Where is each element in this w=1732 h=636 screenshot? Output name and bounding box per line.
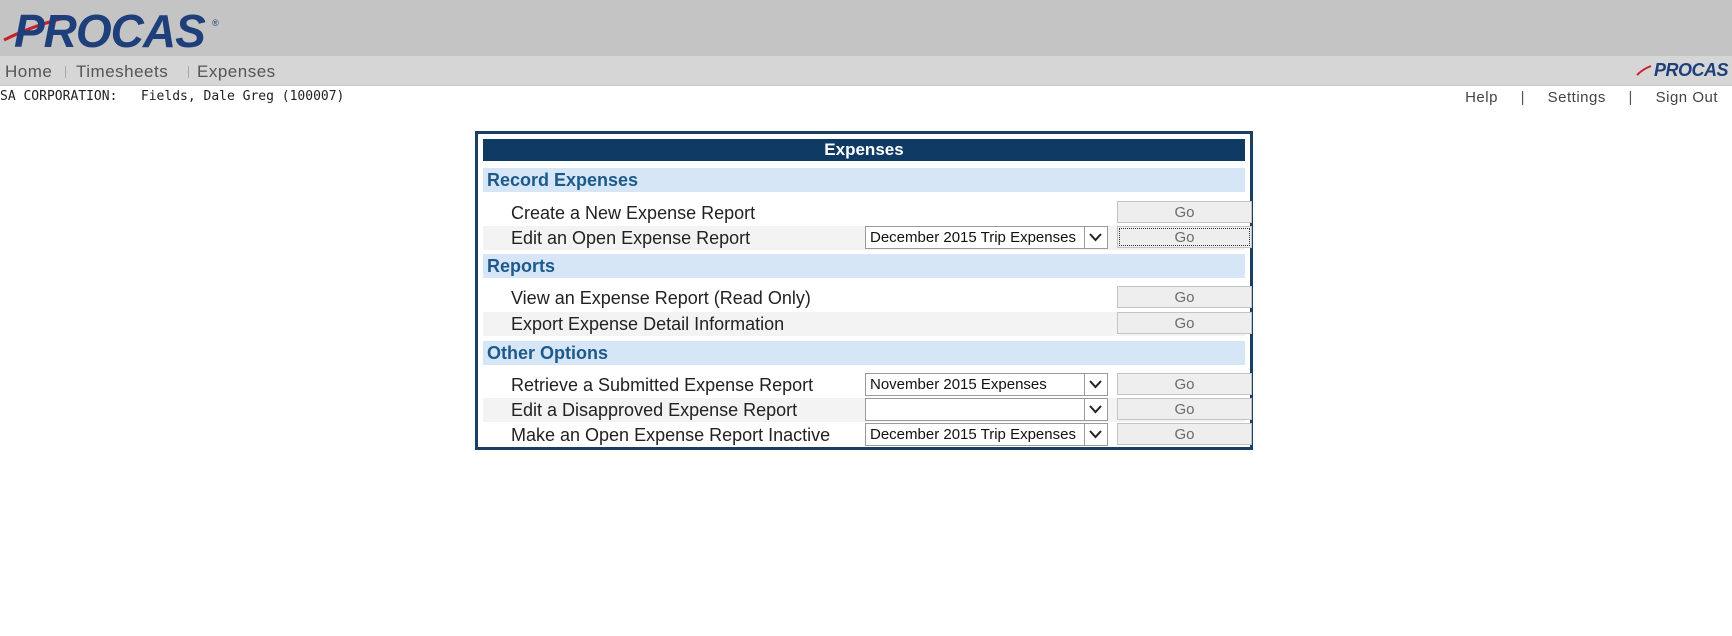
section-title: Reports: [487, 256, 556, 276]
top-links: Help | Settings | Sign Out: [1465, 89, 1718, 106]
nav-expenses[interactable]: Expenses: [197, 62, 276, 82]
select-value: December 2015 Trip Expenses: [870, 229, 1076, 246]
chevron-down-icon[interactable]: [1084, 227, 1107, 248]
row-edit-disapproved-report: Edit a Disapproved Expense Report Go: [483, 398, 1252, 422]
row-edit-open-expense-report: Edit an Open Expense Report December 201…: [483, 226, 1252, 250]
link-separator: |: [1628, 89, 1633, 106]
go-button-inactive[interactable]: Go: [1117, 423, 1252, 445]
nav-procas-logo: PROCAS: [1653, 60, 1729, 80]
section-other-options: Other Options: [483, 341, 1245, 365]
select-value: November 2015 Expenses: [870, 376, 1047, 393]
sign-out-link[interactable]: Sign Out: [1656, 89, 1718, 106]
section-record-expenses: Record Expenses: [483, 168, 1245, 192]
row-label: View an Expense Report (Read Only): [511, 288, 811, 308]
row-label: Retrieve a Submitted Expense Report: [511, 375, 814, 395]
top-banner: PROCAS ®: [0, 0, 1732, 56]
edit-open-report-select[interactable]: December 2015 Trip Expenses: [865, 226, 1108, 249]
row-label: Edit a Disapproved Expense Report: [511, 400, 798, 420]
main-nav: Home Timesheets Expenses PROCAS: [0, 56, 1732, 86]
go-button-retrieve[interactable]: Go: [1117, 373, 1252, 395]
go-button-edit-open[interactable]: Go: [1117, 226, 1252, 248]
nav-separator: [65, 66, 66, 78]
row-label: Export Expense Detail Information: [511, 314, 785, 334]
row-label: Create a New Expense Report: [511, 203, 756, 223]
section-reports: Reports: [483, 254, 1245, 278]
make-inactive-report-select[interactable]: December 2015 Trip Expenses: [865, 423, 1108, 446]
go-button-export[interactable]: Go: [1117, 312, 1252, 334]
nav-home[interactable]: Home: [5, 62, 52, 82]
select-value: December 2015 Trip Expenses: [870, 426, 1076, 443]
row-create-expense-report: Create a New Expense Report Go: [483, 201, 1252, 225]
chevron-down-icon[interactable]: [1084, 424, 1107, 445]
go-button-view[interactable]: Go: [1117, 286, 1252, 308]
go-button-disapproved[interactable]: Go: [1117, 398, 1252, 420]
row-label: Make an Open Expense Report Inactive: [511, 425, 831, 445]
user-info: SA CORPORATION: Fields, Dale Greg (10000…: [0, 89, 344, 104]
edit-disapproved-report-select[interactable]: [865, 398, 1108, 421]
logo-registered-mark: ®: [212, 18, 219, 28]
row-view-expense-report: View an Expense Report (Read Only) Go: [483, 286, 1252, 310]
help-link[interactable]: Help: [1465, 89, 1498, 106]
nav-logo-swoosh-icon: [1636, 65, 1652, 76]
chevron-down-icon[interactable]: [1084, 374, 1107, 395]
expenses-panel: Expenses Record Expenses Create a New Ex…: [475, 131, 1253, 450]
logo-text: PROCAS: [14, 5, 206, 57]
user-name: Fields, Dale Greg (100007): [140, 89, 345, 104]
procas-logo: PROCAS ®: [2, 6, 222, 56]
nav-timesheets[interactable]: Timesheets: [76, 62, 168, 82]
row-make-report-inactive: Make an Open Expense Report Inactive Dec…: [483, 423, 1252, 447]
row-export-expense-detail: Export Expense Detail Information Go: [483, 312, 1252, 336]
section-title: Record Expenses: [487, 170, 639, 190]
row-retrieve-submitted-report: Retrieve a Submitted Expense Report Nove…: [483, 373, 1252, 397]
chevron-down-icon[interactable]: [1084, 399, 1107, 420]
company-name: SA CORPORATION:: [0, 89, 118, 104]
retrieve-submitted-report-select[interactable]: November 2015 Expenses: [865, 373, 1108, 396]
settings-link[interactable]: Settings: [1548, 89, 1606, 106]
go-button-create[interactable]: Go: [1117, 201, 1252, 223]
link-separator: |: [1520, 89, 1525, 106]
row-label: Edit an Open Expense Report: [511, 228, 751, 248]
nav-separator: [188, 66, 189, 78]
panel-title: Expenses: [483, 139, 1245, 161]
section-title: Other Options: [487, 343, 608, 363]
